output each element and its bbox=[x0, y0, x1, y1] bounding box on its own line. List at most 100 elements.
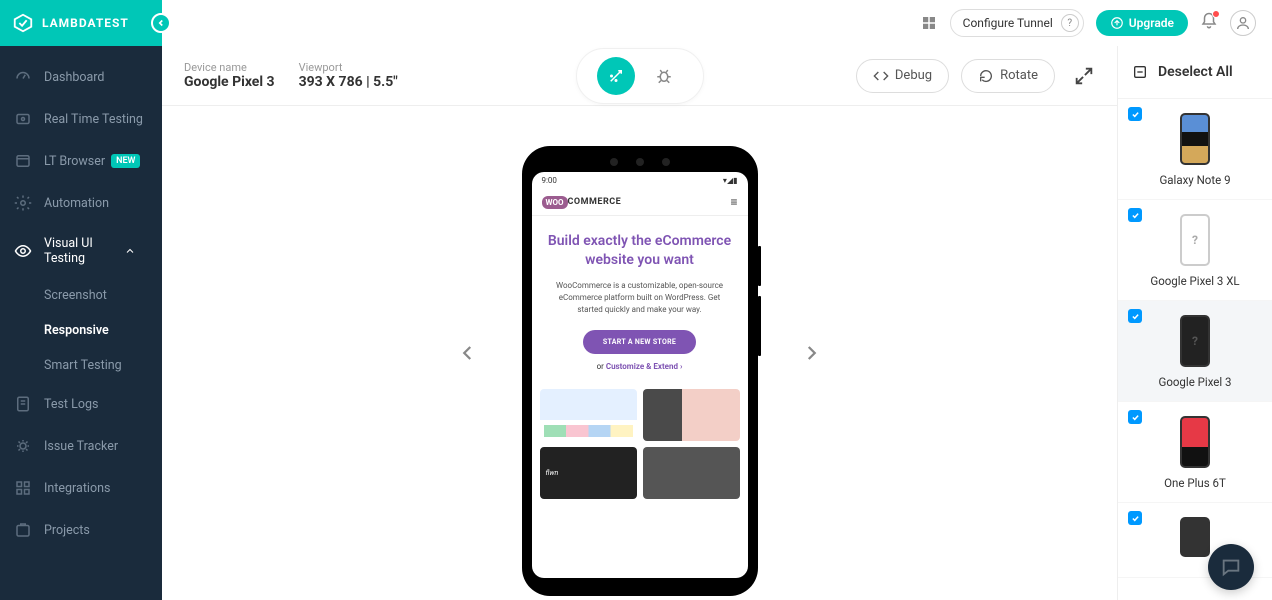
check-icon bbox=[1131, 211, 1140, 220]
device-name-label: Google Pixel 3 XL bbox=[1126, 274, 1264, 288]
phone-notch bbox=[532, 158, 748, 166]
sidebar-item-projects[interactable]: Projects bbox=[0, 509, 162, 551]
center-actions bbox=[576, 48, 704, 104]
notification-dot bbox=[1212, 10, 1220, 18]
prev-device-button[interactable] bbox=[452, 337, 484, 369]
check-icon bbox=[1131, 413, 1140, 422]
sidebar-item-issuetracker[interactable]: Issue Tracker bbox=[0, 425, 162, 467]
phone-status-bar: 9:00 ▾◢▮ bbox=[532, 172, 748, 189]
cta-sub: or Customize & Extend › bbox=[546, 362, 734, 371]
cta-button: START A NEW STORE bbox=[583, 330, 696, 354]
topbar: Configure Tunnel ? Upgrade bbox=[162, 0, 1272, 46]
sidebar-header: LAMBDATEST bbox=[0, 0, 162, 46]
phone-indicators: ▾◢▮ bbox=[723, 176, 738, 185]
device-thumb bbox=[1180, 416, 1210, 468]
device-name-label: Google Pixel 3 bbox=[1126, 375, 1264, 389]
nav-label: Issue Tracker bbox=[44, 439, 118, 454]
debug-label: Debug bbox=[895, 68, 932, 83]
tile bbox=[540, 389, 637, 441]
hero-sub: WooCommerce is a customizable, open-sour… bbox=[546, 280, 734, 316]
bug-icon bbox=[655, 67, 673, 85]
chevron-up-icon bbox=[124, 245, 136, 257]
phone-side-button bbox=[758, 296, 761, 356]
site-header: WOO COMMERCE ≡ bbox=[532, 189, 748, 216]
hero: Build exactly the eCommerce website you … bbox=[532, 216, 748, 381]
nav-label: Automation bbox=[44, 196, 109, 211]
next-device-button[interactable] bbox=[795, 337, 827, 369]
configure-tunnel-help[interactable]: ? bbox=[1061, 14, 1079, 32]
nav-label: Test Logs bbox=[44, 397, 98, 412]
configure-tunnel-button[interactable]: Configure Tunnel ? bbox=[950, 9, 1084, 37]
device-checkbox[interactable] bbox=[1128, 208, 1142, 222]
tile bbox=[643, 389, 740, 441]
nav-label: Visual UI Testing bbox=[44, 236, 124, 266]
debug-button[interactable]: Debug bbox=[856, 59, 949, 93]
deselect-all-label: Deselect All bbox=[1158, 64, 1233, 80]
tile: flwn bbox=[540, 447, 637, 499]
device-checkbox[interactable] bbox=[1128, 410, 1142, 424]
device-name-label: Device name bbox=[184, 61, 275, 74]
hero-title: Build exactly the eCommerce website you … bbox=[546, 232, 734, 270]
device-checkbox[interactable] bbox=[1128, 511, 1142, 525]
sidebar-item-dashboard[interactable]: Dashboard bbox=[0, 56, 162, 98]
user-icon bbox=[1235, 15, 1251, 31]
preview-area: 9:00 ▾◢▮ WOO COMMERCE ≡ Build exactly th… bbox=[162, 106, 1117, 600]
user-avatar-button[interactable] bbox=[1230, 10, 1256, 36]
dashboard-icon bbox=[14, 68, 32, 86]
upgrade-button[interactable]: Upgrade bbox=[1096, 10, 1188, 36]
sub-item-smart-testing[interactable]: Smart Testing bbox=[44, 348, 162, 383]
device-card-pixel-3-xl[interactable]: Google Pixel 3 XL bbox=[1118, 200, 1272, 301]
automation-icon bbox=[14, 194, 32, 212]
sub-item-responsive[interactable]: Responsive bbox=[44, 313, 162, 348]
fullscreen-button[interactable] bbox=[1073, 65, 1095, 87]
sidebar-item-automation[interactable]: Automation bbox=[0, 182, 162, 224]
realtime-icon bbox=[14, 110, 32, 128]
check-icon bbox=[1131, 312, 1140, 321]
projects-icon bbox=[14, 521, 32, 539]
content: Device name Google Pixel 3 Viewport 393 … bbox=[162, 46, 1272, 600]
check-icon bbox=[1131, 110, 1140, 119]
apps-grid-icon[interactable] bbox=[920, 14, 938, 32]
sidebar: LAMBDATEST Dashboard Real Time Testing L… bbox=[0, 0, 162, 600]
sidebar-item-ltbrowser[interactable]: LT Browser NEW bbox=[0, 140, 162, 182]
upgrade-icon bbox=[1110, 16, 1124, 30]
rotate-label: Rotate bbox=[1000, 68, 1038, 83]
viewport-value: 393 X 786 | 5.5" bbox=[299, 74, 398, 90]
sidebar-item-visual-ui[interactable]: Visual UI Testing bbox=[0, 224, 162, 278]
eye-icon bbox=[14, 242, 32, 260]
device-thumb bbox=[1180, 517, 1210, 557]
chat-widget-button[interactable] bbox=[1208, 544, 1254, 590]
sidebar-collapse-button[interactable] bbox=[151, 13, 171, 33]
device-name-label: One Plus 6T bbox=[1126, 476, 1264, 490]
sub-item-screenshot[interactable]: Screenshot bbox=[44, 278, 162, 313]
rotate-button[interactable]: Rotate bbox=[961, 59, 1055, 93]
device-thumb bbox=[1180, 315, 1210, 367]
browser-icon bbox=[14, 152, 32, 170]
sidebar-item-integrations[interactable]: Integrations bbox=[0, 467, 162, 509]
configure-tunnel-label: Configure Tunnel bbox=[963, 16, 1053, 30]
viewport-info: Viewport 393 X 786 | 5.5" bbox=[299, 61, 398, 90]
device-card-galaxy-note-9[interactable]: Galaxy Note 9 bbox=[1118, 99, 1272, 200]
chevron-right-icon bbox=[802, 344, 820, 362]
nav-label: Integrations bbox=[44, 481, 110, 496]
device-card-oneplus-6t[interactable]: One Plus 6T bbox=[1118, 402, 1272, 503]
upgrade-label: Upgrade bbox=[1129, 16, 1174, 30]
woo-text: COMMERCE bbox=[568, 197, 622, 207]
code-icon bbox=[873, 68, 889, 84]
chat-icon bbox=[1220, 556, 1242, 578]
device-card-pixel-3[interactable]: Google Pixel 3 bbox=[1118, 301, 1272, 402]
sidebar-item-testlogs[interactable]: Test Logs bbox=[0, 383, 162, 425]
sidebar-item-realtime[interactable]: Real Time Testing bbox=[0, 98, 162, 140]
logs-icon bbox=[14, 395, 32, 413]
deselect-icon bbox=[1132, 64, 1148, 80]
bug-tool-button[interactable] bbox=[645, 57, 683, 95]
device-thumb bbox=[1180, 113, 1210, 165]
hamburger-icon: ≡ bbox=[730, 195, 737, 209]
notifications-button[interactable] bbox=[1200, 12, 1218, 34]
deselect-all-button[interactable]: Deselect All bbox=[1118, 46, 1272, 99]
device-name-label: Galaxy Note 9 bbox=[1126, 173, 1264, 187]
device-checkbox[interactable] bbox=[1128, 309, 1142, 323]
screenshot-tool-button[interactable] bbox=[597, 57, 635, 95]
device-checkbox[interactable] bbox=[1128, 107, 1142, 121]
phone-screen[interactable]: 9:00 ▾◢▮ WOO COMMERCE ≡ Build exactly th… bbox=[532, 172, 748, 578]
